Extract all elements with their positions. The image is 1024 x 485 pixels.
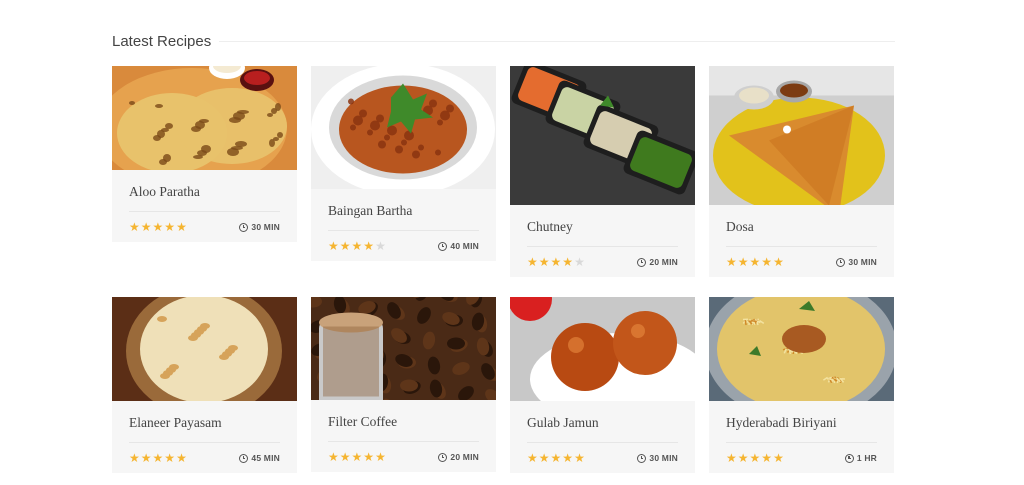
star-filled-icon: ★ bbox=[550, 451, 562, 465]
recipe-title[interactable]: Filter Coffee bbox=[328, 413, 479, 431]
section-title: Latest Recipes bbox=[112, 32, 212, 50]
star-filled-icon: ★ bbox=[562, 255, 574, 269]
star-filled-icon: ★ bbox=[328, 239, 339, 253]
recipe-title[interactable]: Hyderabadi Biriyani bbox=[726, 414, 877, 432]
section-header: Latest Recipes bbox=[112, 30, 895, 52]
star-filled-icon: ★ bbox=[726, 255, 737, 269]
recipe-card-chutney[interactable]: Chutney ★ ★ ★ ★ ★ 20 MIN bbox=[510, 66, 695, 277]
clock-icon bbox=[438, 241, 448, 251]
recipe-image[interactable] bbox=[709, 66, 894, 205]
cook-time-label: 20 MIN bbox=[649, 257, 678, 267]
star-empty-icon: ★ bbox=[574, 255, 585, 269]
clock-icon bbox=[239, 222, 249, 232]
star-filled-icon: ★ bbox=[726, 451, 737, 465]
star-filled-icon: ★ bbox=[375, 450, 386, 464]
clock-icon bbox=[836, 257, 846, 267]
star-filled-icon: ★ bbox=[761, 451, 773, 465]
rating-stars: ★ ★ ★ ★ ★ bbox=[328, 451, 386, 463]
star-filled-icon: ★ bbox=[339, 239, 351, 253]
cook-time: 20 MIN bbox=[637, 257, 678, 267]
cook-time-label: 30 MIN bbox=[251, 222, 280, 232]
star-filled-icon: ★ bbox=[152, 220, 164, 234]
star-filled-icon: ★ bbox=[129, 220, 140, 234]
recipe-title[interactable]: Aloo Paratha bbox=[129, 183, 280, 201]
recipe-image[interactable] bbox=[311, 66, 496, 189]
rating-stars: ★ ★ ★ ★ ★ bbox=[129, 452, 187, 464]
cook-time-label: 30 MIN bbox=[848, 257, 877, 267]
recipe-title[interactable]: Elaneer Payasam bbox=[129, 414, 280, 432]
cook-time-label: 30 MIN bbox=[649, 453, 678, 463]
star-filled-icon: ★ bbox=[550, 255, 562, 269]
star-filled-icon: ★ bbox=[164, 220, 176, 234]
cook-time-label: 45 MIN bbox=[251, 453, 280, 463]
recipe-title[interactable]: Baingan Bartha bbox=[328, 202, 479, 220]
rating-stars: ★ ★ ★ ★ ★ bbox=[328, 240, 386, 252]
recipe-image[interactable] bbox=[510, 66, 695, 205]
recipe-card-baingan-bartha[interactable]: Baingan Bartha ★ ★ ★ ★ ★ 40 MIN bbox=[311, 66, 496, 261]
star-filled-icon: ★ bbox=[773, 255, 784, 269]
star-filled-icon: ★ bbox=[527, 451, 538, 465]
star-empty-icon: ★ bbox=[375, 239, 386, 253]
recipe-title[interactable]: Chutney bbox=[527, 218, 678, 236]
star-filled-icon: ★ bbox=[538, 451, 550, 465]
rating-stars: ★ ★ ★ ★ ★ bbox=[527, 256, 585, 268]
recipe-title[interactable]: Dosa bbox=[726, 218, 877, 236]
cook-time: 20 MIN bbox=[438, 452, 479, 462]
cook-time: 45 MIN bbox=[239, 453, 280, 463]
clock-icon bbox=[844, 453, 854, 463]
star-filled-icon: ★ bbox=[140, 220, 152, 234]
star-filled-icon: ★ bbox=[152, 451, 164, 465]
cook-time: 40 MIN bbox=[438, 241, 479, 251]
star-filled-icon: ★ bbox=[339, 450, 351, 464]
star-filled-icon: ★ bbox=[773, 451, 784, 465]
cook-time: 30 MIN bbox=[239, 222, 280, 232]
rating-stars: ★ ★ ★ ★ ★ bbox=[527, 452, 585, 464]
star-filled-icon: ★ bbox=[363, 239, 375, 253]
star-filled-icon: ★ bbox=[574, 451, 585, 465]
star-filled-icon: ★ bbox=[737, 255, 749, 269]
recipe-image[interactable] bbox=[510, 297, 695, 401]
star-filled-icon: ★ bbox=[176, 220, 187, 234]
star-filled-icon: ★ bbox=[363, 450, 375, 464]
star-filled-icon: ★ bbox=[749, 255, 761, 269]
star-filled-icon: ★ bbox=[761, 255, 773, 269]
star-filled-icon: ★ bbox=[140, 451, 152, 465]
cook-time-label: 40 MIN bbox=[450, 241, 479, 251]
star-filled-icon: ★ bbox=[562, 451, 574, 465]
clock-icon bbox=[438, 452, 448, 462]
star-filled-icon: ★ bbox=[164, 451, 176, 465]
recipe-card-elaneer-payasam[interactable]: Elaneer Payasam ★ ★ ★ ★ ★ 45 MIN bbox=[112, 297, 297, 473]
recipe-card-hyderabadi-biriyani[interactable]: Hyderabadi Biriyani ★ ★ ★ ★ ★ 1 HR bbox=[709, 297, 894, 473]
recipe-image[interactable] bbox=[112, 297, 297, 401]
cook-time: 1 HR bbox=[844, 453, 877, 463]
clock-icon bbox=[637, 453, 647, 463]
recipe-card-aloo-paratha[interactable]: Aloo Paratha ★ ★ ★ ★ ★ 30 MIN bbox=[112, 66, 297, 242]
clock-icon bbox=[637, 257, 647, 267]
star-filled-icon: ★ bbox=[129, 451, 140, 465]
rating-stars: ★ ★ ★ ★ ★ bbox=[726, 256, 784, 268]
rating-stars: ★ ★ ★ ★ ★ bbox=[726, 452, 784, 464]
star-filled-icon: ★ bbox=[538, 255, 550, 269]
star-filled-icon: ★ bbox=[749, 451, 761, 465]
recipe-title[interactable]: Gulab Jamun bbox=[527, 414, 678, 432]
star-filled-icon: ★ bbox=[527, 255, 538, 269]
recipe-image[interactable] bbox=[311, 297, 496, 400]
recipe-image[interactable] bbox=[112, 66, 297, 170]
rating-stars: ★ ★ ★ ★ ★ bbox=[129, 221, 187, 233]
star-filled-icon: ★ bbox=[737, 451, 749, 465]
clock-icon bbox=[239, 453, 249, 463]
recipe-image[interactable] bbox=[709, 297, 894, 401]
cook-time-label: 1 HR bbox=[856, 453, 877, 463]
cook-time: 30 MIN bbox=[836, 257, 877, 267]
star-filled-icon: ★ bbox=[351, 239, 363, 253]
section-divider bbox=[219, 40, 895, 42]
recipe-card-gulab-jamun[interactable]: Gulab Jamun ★ ★ ★ ★ ★ 30 MIN bbox=[510, 297, 695, 473]
recipe-card-filter-coffee[interactable]: Filter Coffee ★ ★ ★ ★ ★ 20 MIN bbox=[311, 297, 496, 472]
recipe-card-dosa[interactable]: Dosa ★ ★ ★ ★ ★ 30 MIN bbox=[709, 66, 894, 277]
star-filled-icon: ★ bbox=[176, 451, 187, 465]
cook-time: 30 MIN bbox=[637, 453, 678, 463]
star-filled-icon: ★ bbox=[328, 450, 339, 464]
star-filled-icon: ★ bbox=[351, 450, 363, 464]
cook-time-label: 20 MIN bbox=[450, 452, 479, 462]
